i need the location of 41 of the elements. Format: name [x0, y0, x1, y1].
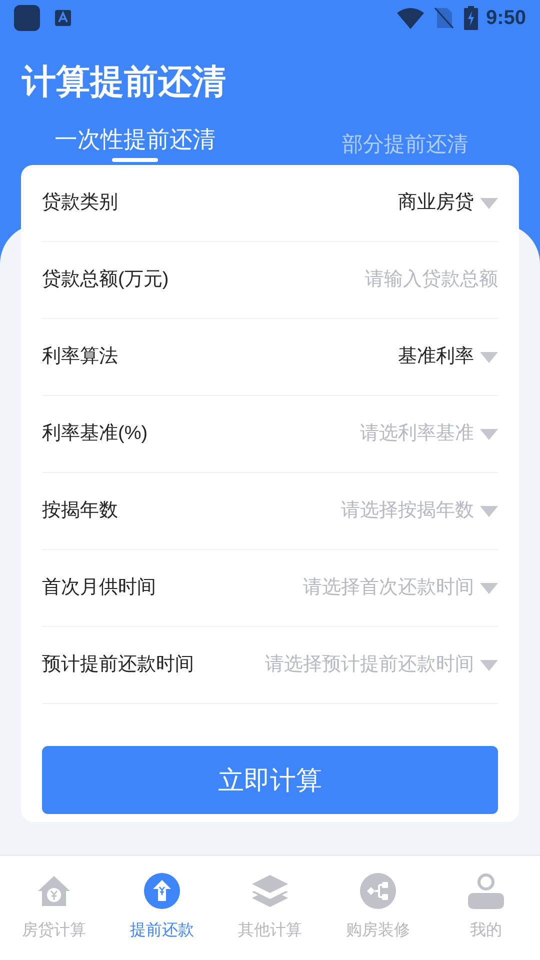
- flowchart-icon: [360, 873, 396, 909]
- dropdown-icon: [480, 660, 498, 670]
- no-sim-icon: [434, 7, 454, 29]
- app-icon: [14, 5, 40, 31]
- select-field[interactable]: 基准利率: [398, 342, 498, 372]
- nav-item[interactable]: 购房装修: [324, 856, 432, 960]
- field-label: 按揭年数: [42, 498, 118, 523]
- keyboard-icon: [54, 9, 72, 27]
- dropdown-icon: [480, 506, 498, 516]
- calculate-button[interactable]: 立即计算: [42, 746, 498, 814]
- tab[interactable]: 部分提前还清: [270, 124, 540, 164]
- nav-item[interactable]: 提前还款: [108, 856, 216, 960]
- nav-item[interactable]: 我的: [432, 856, 540, 960]
- select-field[interactable]: 商业房贷: [398, 188, 498, 218]
- select-field[interactable]: 请选择按揭年数: [341, 496, 498, 526]
- field-label: 预计提前还款时间: [42, 652, 194, 677]
- tab-indicator: [112, 158, 158, 162]
- wifi-icon: [396, 8, 424, 28]
- field-label: 贷款总额(万元): [42, 268, 169, 292]
- select-field[interactable]: 请选利率基准: [360, 420, 498, 448]
- select-field[interactable]: 请选择首次还款时间: [303, 574, 498, 602]
- layers-icon: [252, 873, 288, 909]
- dropdown-icon: [480, 352, 498, 362]
- dropdown-icon: [480, 428, 498, 440]
- dropdown-icon: [480, 198, 498, 208]
- page-title: 计算提前还清: [22, 62, 227, 102]
- upload-icon: [144, 873, 180, 909]
- field-label: 贷款类别: [42, 190, 118, 215]
- nav-item[interactable]: 房贷计算: [0, 856, 108, 960]
- select-field[interactable]: 请选择预计提前还款时间: [265, 650, 498, 680]
- field-label: 利率算法: [42, 344, 118, 369]
- user-icon: [468, 873, 504, 909]
- field-label: 利率基准(%): [42, 422, 148, 446]
- tab[interactable]: 一次性提前还清: [0, 124, 270, 164]
- battery-charging-icon: [464, 6, 478, 30]
- dropdown-icon: [480, 582, 498, 594]
- amount-input[interactable]: 请输入贷款总额: [258, 266, 498, 294]
- house-icon: [36, 873, 72, 909]
- status-time: 9:50: [486, 6, 526, 31]
- field-label: 首次月供时间: [42, 576, 156, 600]
- nav-item[interactable]: 其他计算: [216, 856, 324, 960]
